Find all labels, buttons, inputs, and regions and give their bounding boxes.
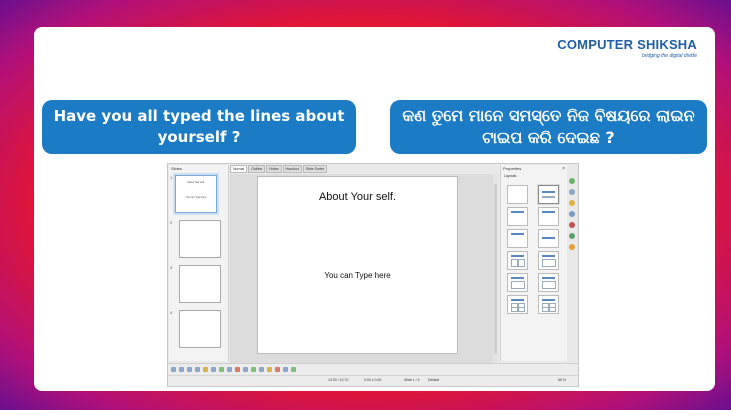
- text-icon[interactable]: [203, 367, 208, 372]
- thumb-body: You can Type here: [185, 196, 207, 199]
- rectangle-icon[interactable]: [195, 367, 200, 372]
- status-bar: 13.00 / 10.70 0.00 x 0.00 Slide 1 / 4 De…: [168, 375, 578, 386]
- connector-icon[interactable]: [219, 367, 224, 372]
- vertical-scrollbar[interactable]: [493, 174, 498, 364]
- layout-title-content[interactable]: [507, 207, 528, 226]
- status-zoom[interactable]: 65 %: [558, 378, 566, 382]
- block-arrow-icon[interactable]: [243, 367, 248, 372]
- properties-title: Properties: [503, 166, 522, 171]
- slides-pane-title: Slides: [171, 166, 182, 171]
- drawing-toolbar: [168, 363, 578, 375]
- view-tabs: Normal Outline Notes Handout Slide Sorte…: [230, 165, 490, 173]
- callout-icon[interactable]: [259, 367, 264, 372]
- sidebar-deck: [568, 178, 576, 255]
- symbol-icon[interactable]: [235, 367, 240, 372]
- thumb-number: 3: [170, 265, 173, 270]
- question-odia: କଣ ତୁମେ ମାନେ ସମସ୍ତେ ନିଜ ବିଷୟରେ ଲାଇନ ଟାଇପ…: [390, 100, 707, 154]
- tab-outline[interactable]: Outline: [248, 165, 266, 173]
- brand-tagline: bridging the digital divide: [641, 53, 697, 59]
- layout-title-2content[interactable]: [538, 229, 559, 248]
- animation-icon[interactable]: [569, 200, 575, 206]
- properties-deck-icon[interactable]: [569, 178, 575, 184]
- gallery-icon[interactable]: [569, 233, 575, 239]
- slide-thumbnail-3[interactable]: [179, 265, 221, 303]
- layout-blank[interactable]: [507, 185, 528, 204]
- layout-9[interactable]: [538, 295, 559, 314]
- master-slides-icon[interactable]: [569, 211, 575, 217]
- layout-6[interactable]: [507, 273, 528, 292]
- layout-title-slide[interactable]: [538, 185, 559, 204]
- slide-canvas[interactable]: About Your self. You can Type here: [258, 177, 457, 353]
- line-icon[interactable]: [179, 367, 184, 372]
- star-icon[interactable]: [267, 367, 272, 372]
- slides-pane: Slides 1 About Your self. You can Type h…: [169, 165, 229, 361]
- fontwork-icon[interactable]: [283, 367, 288, 372]
- tab-normal[interactable]: Normal: [230, 165, 248, 173]
- content-card: COMPUTER SHIKSHA bridging the digital di…: [34, 27, 715, 391]
- layout-4[interactable]: [507, 251, 528, 270]
- status-slide: Slide 1 / 4: [404, 378, 420, 382]
- shape-icon[interactable]: [227, 367, 232, 372]
- flowchart-icon[interactable]: [251, 367, 256, 372]
- status-size: 0.00 x 0.00: [364, 378, 382, 382]
- layout-5[interactable]: [538, 251, 559, 270]
- impress-screenshot: Slides 1 About Your self. You can Type h…: [167, 163, 579, 387]
- slide-edit-area: About Your self. You can Type here: [230, 174, 495, 364]
- slide-thumbnail-1[interactable]: About Your self. You can Type here: [175, 175, 217, 213]
- select-icon[interactable]: [171, 367, 176, 372]
- thumb-number: 2: [170, 220, 173, 225]
- image-icon[interactable]: [275, 367, 280, 372]
- curve-icon[interactable]: [211, 367, 216, 372]
- tab-slide-sorter[interactable]: Slide Sorter: [302, 165, 328, 173]
- slide-title[interactable]: About Your self.: [258, 191, 457, 203]
- extrusion-icon[interactable]: [291, 367, 296, 372]
- properties-pane: Properties × Layouts: [500, 165, 567, 361]
- status-position: 13.00 / 10.70: [328, 378, 349, 382]
- styles-icon[interactable]: [569, 222, 575, 228]
- brand-name: COMPUTER SHIKSHA: [557, 37, 697, 52]
- slide-thumbnail-4[interactable]: [179, 310, 221, 348]
- slide-body[interactable]: You can Type here: [258, 271, 457, 280]
- layout-title-only[interactable]: [538, 207, 559, 226]
- thumb-title: About Your self.: [187, 181, 205, 184]
- layout-7[interactable]: [538, 273, 559, 292]
- brand-logo: COMPUTER SHIKSHA bridging the digital di…: [557, 37, 697, 59]
- layout-8[interactable]: [507, 295, 528, 314]
- tab-notes[interactable]: Notes: [266, 165, 282, 173]
- question-english: Have you all typed the lines about yours…: [42, 100, 356, 154]
- thumb-number: 1: [170, 175, 173, 180]
- tab-handout[interactable]: Handout: [282, 165, 302, 173]
- close-icon[interactable]: ×: [562, 166, 565, 172]
- thumb-number: 4: [170, 310, 173, 315]
- navigator-icon[interactable]: [569, 244, 575, 250]
- arrow-icon[interactable]: [187, 367, 192, 372]
- layout-centered-text[interactable]: [507, 229, 528, 248]
- status-master: Default: [428, 378, 440, 382]
- slide-transition-icon[interactable]: [569, 189, 575, 195]
- slide-thumbnail-2[interactable]: [179, 220, 221, 258]
- layouts-label: Layouts: [504, 174, 517, 178]
